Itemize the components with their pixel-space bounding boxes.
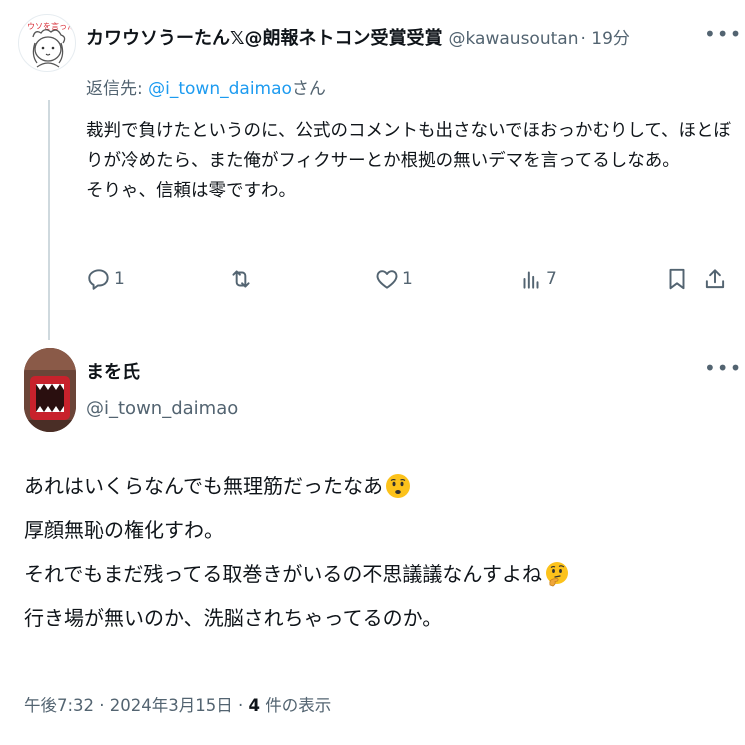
main-text-line-1: あれはいくらなんでも無理筋だったなあ [24,464,734,508]
reply-text-line: そりゃ、信頼は零ですわ。 [86,181,296,201]
like-count: 1 [402,269,413,289]
views-button[interactable]: 7 [518,266,557,292]
worried-face-emoji [386,474,410,498]
main-text-line-3: それでもまだ残ってる取巻きがいるの不思議議なんすよね [24,552,734,596]
reply-action-bar: 1 1 7 [86,266,736,304]
retweet-button[interactable] [228,266,256,292]
main-text-line-4: 行き場が無いのか、洗脳されちゃってるのか。 [24,596,734,640]
reply-tweet[interactable]: ウソを言った カワウソうーたん𝕏@朗報ネトコン受賞受賞 @kawausoutan… [0,0,745,330]
main-author-avatar[interactable] [24,348,76,432]
main-text-line: 厚顔無恥の権化すわ。 [24,518,224,542]
share-icon [705,269,725,289]
main-author-name[interactable]: まを氏 [86,358,140,384]
reply-author-avatar[interactable]: ウソを言った [18,14,76,72]
main-text-line-2: 厚顔無恥の権化すわ。 [24,508,734,552]
more-horizontal-icon[interactable]: ••• [704,22,742,46]
views-count: 4 [248,696,260,715]
reply-button[interactable]: 1 [86,266,125,292]
reply-header: カワウソうーたん𝕏@朗報ネトコン受賞受賞 @kawausoutan · 19分 [86,24,630,50]
replying-to-prefix: 返信先: [86,79,149,99]
view-count: 7 [546,269,557,289]
views-label: 件の表示 [260,696,332,715]
reply-text-line: 裁判で負けたというのに、公式のコメントも出さないでほおっかむりして、ほとぼ [86,121,732,141]
tweet-meta: 午後7:32 · 2024年3月15日 · 4 件の表示 [24,692,331,716]
main-text-line: それでもまだ残ってる取巻きがいるの不思議議なんすよね [24,562,542,586]
replying-to-mention[interactable]: @i_town_daimao [148,79,292,99]
main-text-line: 行き場が無いのか、洗脳されちゃってるのか。 [24,606,443,630]
main-tweet-text: あれはいくらなんでも無理筋だったなあ 厚顔無恥の権化すわ。 それでもまだ残ってる… [24,464,734,640]
heart-icon [376,270,398,289]
thinking-face-emoji [546,562,568,587]
reply-count: 1 [114,269,125,289]
retweet-icon [232,270,250,288]
share-button[interactable] [702,266,728,292]
replying-to-suffix: さん [291,79,326,99]
tweet-timestamp[interactable]: 午後7:32 · 2024年3月15日 · [24,696,249,715]
reply-time[interactable]: · 19分 [580,24,629,49]
avatar-caption: ウソを言った [27,21,75,31]
bookmark-icon [669,268,685,290]
bookmark-button[interactable] [664,266,690,292]
main-text-line: あれはいくらなんでも無理筋だったなあ [24,474,383,498]
main-tweet: まを氏 @i_town_daimao ••• あれはいくらなんでも無理筋だったな… [0,340,745,745]
reply-tweet-text: 裁判で負けたというのに、公式のコメントも出さないでほおっかむりして、ほとぼ りが… [86,116,732,206]
reply-author-handle[interactable]: @kawausoutan [449,29,579,49]
reply-text-line: りが冷めたら、また俺がフィクサーとか根拠の無いデマを言ってるしなあ。 [86,151,680,171]
more-horizontal-icon[interactable]: ••• [704,356,742,380]
analytics-icon [523,271,539,289]
like-button[interactable]: 1 [374,266,413,292]
main-author-handle[interactable]: @i_town_daimao [86,398,238,419]
reply-icon [88,269,109,290]
reply-author-name[interactable]: カワウソうーたん𝕏@朗報ネトコン受賞受賞 [86,24,443,50]
replying-to: 返信先: @i_town_daimaoさん [86,74,326,99]
